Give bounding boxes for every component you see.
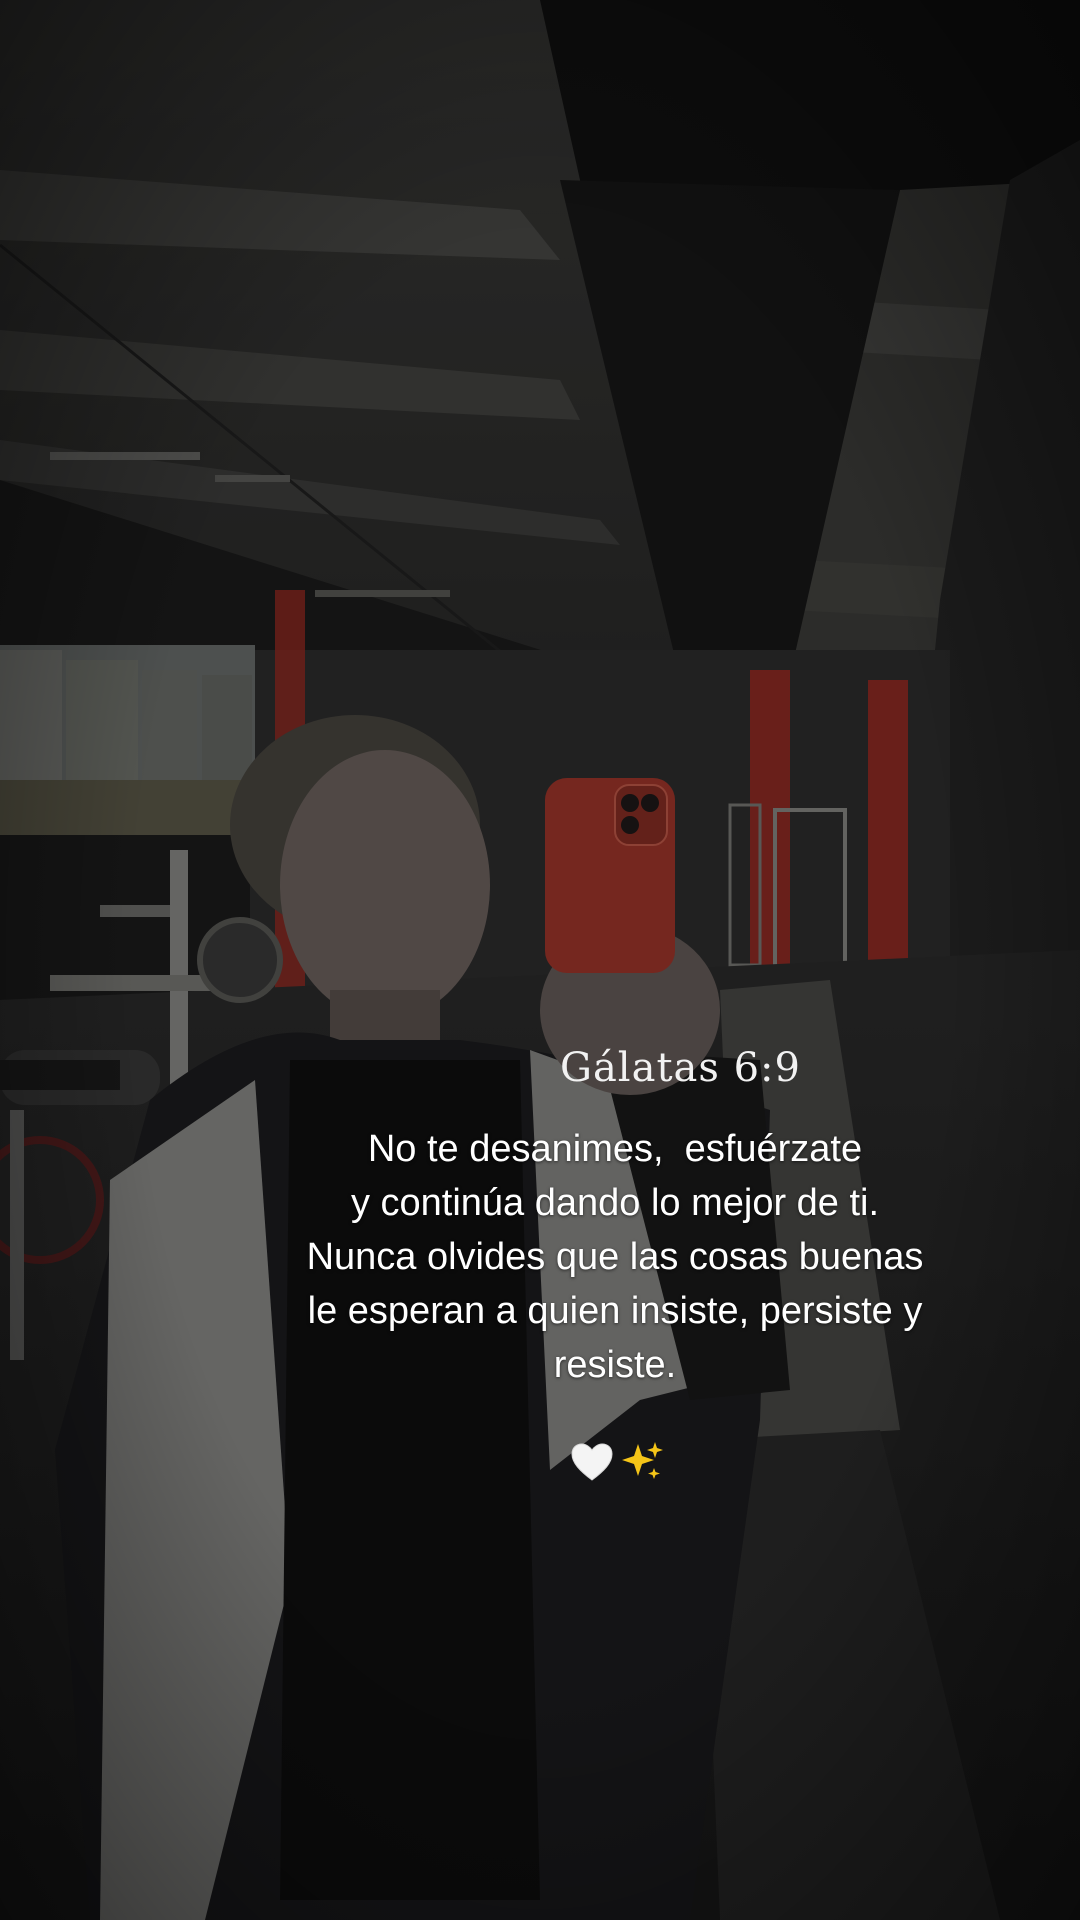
caption-overlay: Gálatas 6:9 No te desanimes, esfuérzate … (0, 0, 1080, 1920)
quote-text: No te desanimes, esfuérzate y continúa d… (230, 1122, 1000, 1392)
sparkles-icon (622, 1442, 663, 1479)
quote-line: resiste. (553, 1344, 677, 1386)
white-heart-icon (571, 1443, 613, 1481)
bible-reference: Gálatas 6:9 (560, 1045, 801, 1091)
quote-line: le esperan a quien insiste, persiste y (307, 1290, 923, 1332)
emoji-row (570, 1440, 664, 1484)
quote-line: y continúa dando lo mejor de ti. (350, 1182, 880, 1224)
quote-line: Nunca olvides que las cosas buenas (306, 1236, 924, 1278)
quote-line: No te desanimes, esfuérzate (367, 1128, 863, 1170)
